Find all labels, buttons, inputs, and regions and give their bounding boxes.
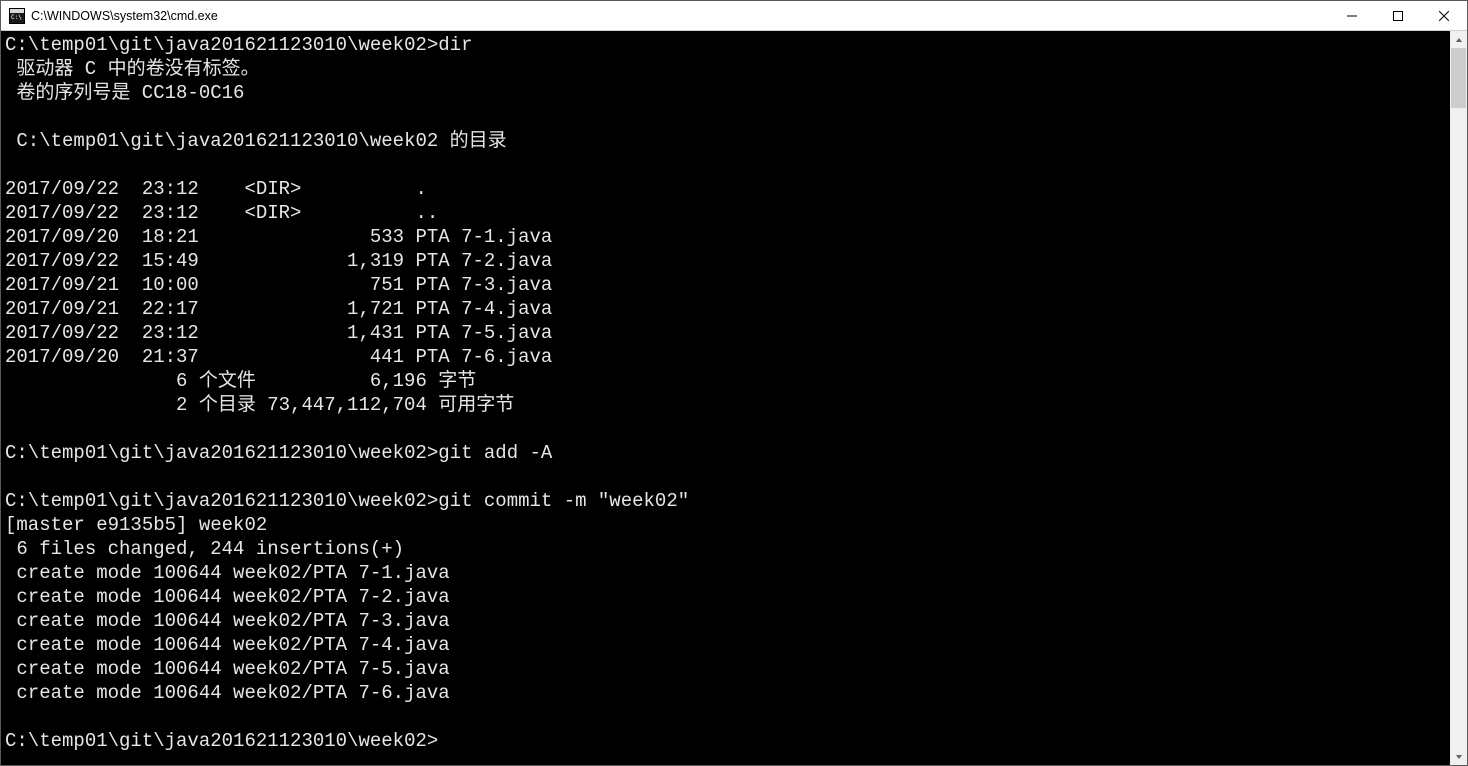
cmd-window: C:\ C:\WINDOWS\system32\cmd.exe C:\temp0… (0, 0, 1468, 766)
dir-entry: 2017/09/22 23:12 1,431 PTA 7-5.java (5, 322, 552, 344)
dir-entry: 2017/09/20 18:21 533 PTA 7-1.java (5, 226, 552, 248)
dir-entry: 2017/09/21 22:17 1,721 PTA 7-4.java (5, 298, 552, 320)
cmd-icon: C:\ (9, 8, 25, 24)
window-title: C:\WINDOWS\system32\cmd.exe (31, 9, 218, 23)
commit-stats: 6 files changed, 244 insertions(+) (5, 538, 404, 560)
summary-files: 6 个文件 6,196 字节 (5, 370, 476, 392)
prompt: C:\temp01\git\java201621123010\week02> (5, 442, 438, 464)
titlebar[interactable]: C:\ C:\WINDOWS\system32\cmd.exe (1, 1, 1467, 31)
close-button[interactable] (1421, 1, 1467, 31)
prompt: C:\temp01\git\java201621123010\week02> (5, 490, 438, 512)
dir-entry: 2017/09/22 23:12 <DIR> . (5, 178, 427, 200)
dir-entry: 2017/09/20 21:37 441 PTA 7-6.java (5, 346, 552, 368)
scroll-thumb[interactable] (1451, 48, 1466, 108)
cmd-git-add: git add -A (438, 442, 552, 464)
commit-header: [master e9135b5] week02 (5, 514, 267, 536)
create-line: create mode 100644 week02/PTA 7-1.java (5, 562, 450, 584)
dir-entry: 2017/09/22 23:12 <DIR> .. (5, 202, 438, 224)
create-line: create mode 100644 week02/PTA 7-6.java (5, 682, 450, 704)
create-line: create mode 100644 week02/PTA 7-5.java (5, 658, 450, 680)
prompt: C:\temp01\git\java201621123010\week02> (5, 34, 438, 56)
serial-line: 卷的序列号是 CC18-0C16 (5, 82, 244, 104)
create-line: create mode 100644 week02/PTA 7-3.java (5, 610, 450, 632)
cmd-dir: dir (438, 34, 472, 56)
cmd-git-commit: git commit -m "week02" (438, 490, 689, 512)
scroll-up-arrow[interactable] (1450, 31, 1467, 48)
maximize-button[interactable] (1375, 1, 1421, 31)
dir-entry: 2017/09/22 15:49 1,319 PTA 7-2.java (5, 250, 552, 272)
dir-entry: 2017/09/21 10:00 751 PTA 7-3.java (5, 274, 552, 296)
dir-of-line: C:\temp01\git\java201621123010\week02 的目… (5, 130, 507, 152)
prompt: C:\temp01\git\java201621123010\week02> (5, 730, 438, 752)
scroll-down-arrow[interactable] (1450, 748, 1467, 765)
client-area: C:\temp01\git\java201621123010\week02>di… (1, 31, 1467, 765)
create-line: create mode 100644 week02/PTA 7-2.java (5, 586, 450, 608)
vertical-scrollbar[interactable] (1450, 31, 1467, 765)
minimize-button[interactable] (1329, 1, 1375, 31)
terminal-output[interactable]: C:\temp01\git\java201621123010\week02>di… (1, 31, 1450, 765)
volume-line: 驱动器 C 中的卷没有标签。 (5, 58, 260, 80)
create-line: create mode 100644 week02/PTA 7-4.java (5, 634, 450, 656)
summary-dirs: 2 个目录 73,447,112,704 可用字节 (5, 394, 514, 416)
svg-text:C:\: C:\ (11, 14, 22, 21)
